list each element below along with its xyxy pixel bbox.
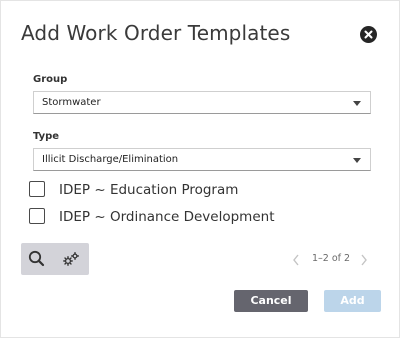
group-select-value: Stormwater [42, 97, 101, 108]
chevron-left-icon [293, 254, 299, 266]
template-checkbox[interactable] [29, 181, 45, 197]
dialog-title: Add Work Order Templates [21, 21, 291, 45]
close-button[interactable] [360, 26, 377, 43]
search-button[interactable] [21, 243, 53, 275]
settings-button[interactable] [55, 243, 87, 275]
chevron-down-icon [353, 158, 361, 163]
type-label: Type [33, 131, 60, 142]
template-label: IDEP ~ Education Program [59, 182, 239, 198]
next-page-button[interactable] [359, 252, 369, 266]
previous-page-button[interactable] [291, 252, 301, 266]
gears-icon [63, 251, 79, 266]
group-label: Group [33, 74, 68, 85]
add-button[interactable]: Add [324, 290, 381, 312]
type-select-value: Illicit Discharge/Elimination [42, 154, 179, 165]
pager-status: 1–2 of 2 [312, 253, 351, 264]
chevron-right-icon [361, 254, 367, 266]
close-icon [364, 30, 373, 39]
group-select[interactable]: Stormwater [33, 91, 371, 114]
search-icon [28, 250, 45, 267]
add-work-order-templates-dialog: Add Work Order Templates Group Stormwate… [0, 0, 400, 338]
list-toolbar [21, 243, 89, 275]
cancel-button[interactable]: Cancel [234, 290, 308, 312]
chevron-down-icon [353, 101, 361, 106]
type-select[interactable]: Illicit Discharge/Elimination [33, 148, 371, 171]
template-checkbox[interactable] [29, 208, 45, 224]
template-label: IDEP ~ Ordinance Development [59, 209, 275, 225]
